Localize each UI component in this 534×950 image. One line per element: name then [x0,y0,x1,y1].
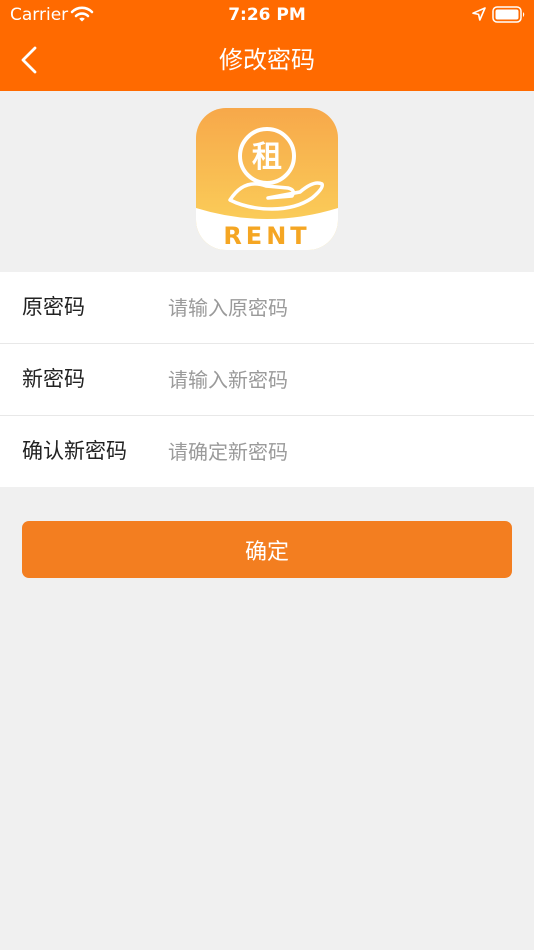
location-arrow-icon [472,7,486,21]
new-password-input[interactable] [168,360,508,400]
old-password-label: 原密码 [22,295,85,319]
rent-logo-icon: 租 RENT [196,108,338,250]
app-logo: 租 RENT [196,108,338,250]
confirm-password-label: 确认新密码 [22,439,127,463]
page-title: 修改密码 [219,46,315,74]
old-password-row: 原密码 [0,272,534,344]
logo-char: 租 [252,140,282,175]
logo-text: RENT [223,222,310,250]
old-password-input[interactable] [168,288,508,328]
new-password-row: 新密码 [0,344,534,416]
status-time: 7:26 PM [228,5,306,25]
confirm-button[interactable]: 确定 [22,521,512,578]
password-form: 原密码 新密码 确认新密码 [0,272,534,487]
confirm-password-input[interactable] [168,432,508,472]
status-bar: Carrier 7:26 PM [0,0,534,30]
battery-icon [492,6,525,23]
confirm-password-row: 确认新密码 [0,416,534,487]
new-password-label: 新密码 [22,367,85,391]
navigation-bar: 修改密码 [0,30,534,91]
